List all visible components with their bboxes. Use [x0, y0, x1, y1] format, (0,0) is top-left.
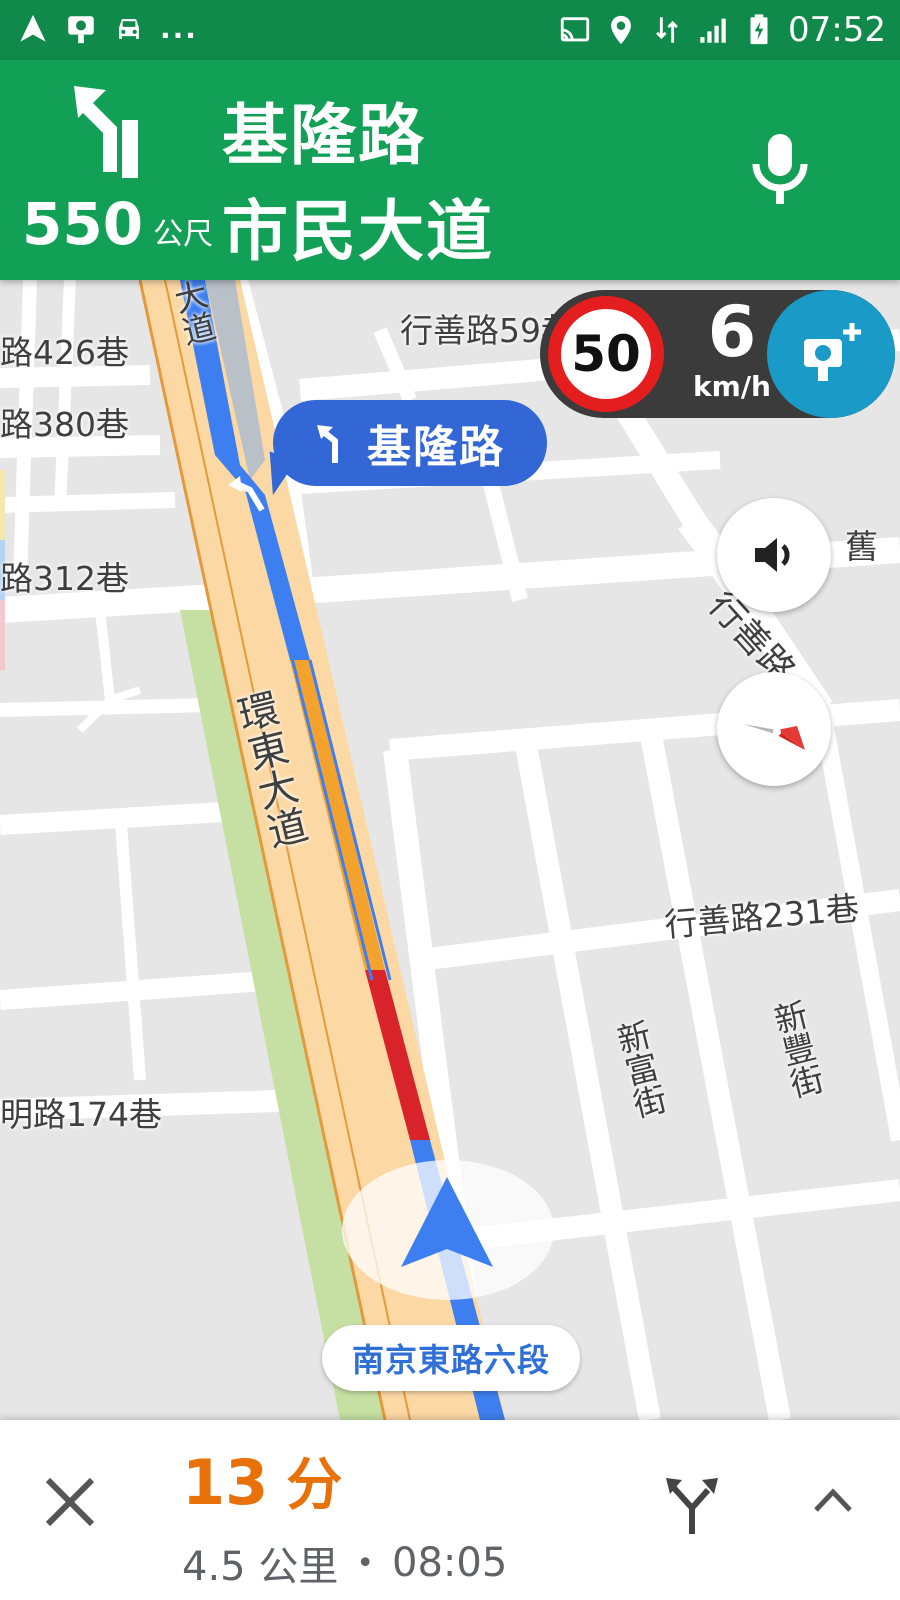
speed-camera-icon	[68, 16, 94, 44]
car-icon	[119, 19, 139, 39]
compass-icon	[743, 724, 805, 750]
current-speed-unit: km/h	[693, 370, 771, 403]
more-notifications: ...	[160, 12, 198, 45]
distance-to-turn: 550 公尺	[22, 190, 213, 258]
speed-limit-value: 50	[571, 325, 641, 383]
secondary-street-name: 市民大道	[222, 193, 494, 270]
navigation-instruction-banner[interactable]: 550 公尺 基隆路 市民大道	[0, 60, 900, 280]
arrival-time: 08:05	[392, 1540, 508, 1586]
turn-left-arrow-icon	[74, 86, 138, 178]
trip-summary-bar[interactable]: 13 分 4.5 公里 • 08:05	[0, 1420, 900, 1600]
turn-callout: 基隆路	[273, 400, 547, 486]
eta-minutes: 13	[182, 1446, 269, 1519]
current-location-arrow-icon	[401, 1177, 493, 1267]
callout-street: 基隆路	[367, 422, 505, 473]
cast-icon	[560, 17, 590, 42]
map-label-lane-426: 路426巷	[0, 333, 129, 372]
add-speed-camera-button[interactable]	[767, 290, 895, 418]
data-transfer-icon	[656, 17, 678, 43]
trip-details: 4.5 公里 • 08:05	[182, 1534, 507, 1592]
map-label-jiu: 舊	[845, 527, 878, 566]
volume-icon	[755, 538, 790, 572]
speed-camera-add-icon	[804, 323, 861, 381]
microphone-icon[interactable]	[740, 130, 820, 210]
mute-button[interactable]	[717, 498, 831, 612]
chevron-up-icon[interactable]	[810, 1478, 856, 1524]
trip-distance: 4.5 公里	[182, 1544, 339, 1590]
battery-charging-icon	[750, 14, 768, 45]
turn-left-small-icon	[317, 425, 338, 463]
eta-duration: 13 分	[182, 1440, 342, 1521]
map-label-lane-380: 路380巷	[0, 405, 129, 444]
location-icon	[611, 15, 631, 45]
current-street-label: 南京東路六段	[322, 1325, 580, 1391]
close-icon[interactable]	[40, 1472, 100, 1532]
compass-button[interactable]	[717, 672, 831, 786]
next-street-name: 基隆路	[222, 97, 426, 174]
speed-widget: 50 6 km/h	[540, 290, 895, 418]
clock: 07:52	[788, 10, 886, 50]
status-bar: ... 07:52	[0, 0, 900, 60]
map-label-ming-174: 明路174巷	[0, 1095, 162, 1134]
navigation-icon	[20, 14, 46, 42]
distance-unit: 公尺	[153, 217, 214, 252]
trip-separator: •	[356, 1545, 375, 1581]
eta-minutes-unit: 分	[286, 1453, 343, 1518]
alternate-routes-icon[interactable]	[664, 1474, 720, 1534]
signal-icon	[700, 18, 726, 43]
map-label-lane-312: 路312巷	[0, 559, 129, 598]
speed-limit-sign: 50	[548, 296, 664, 412]
distance-value: 550	[22, 190, 144, 258]
